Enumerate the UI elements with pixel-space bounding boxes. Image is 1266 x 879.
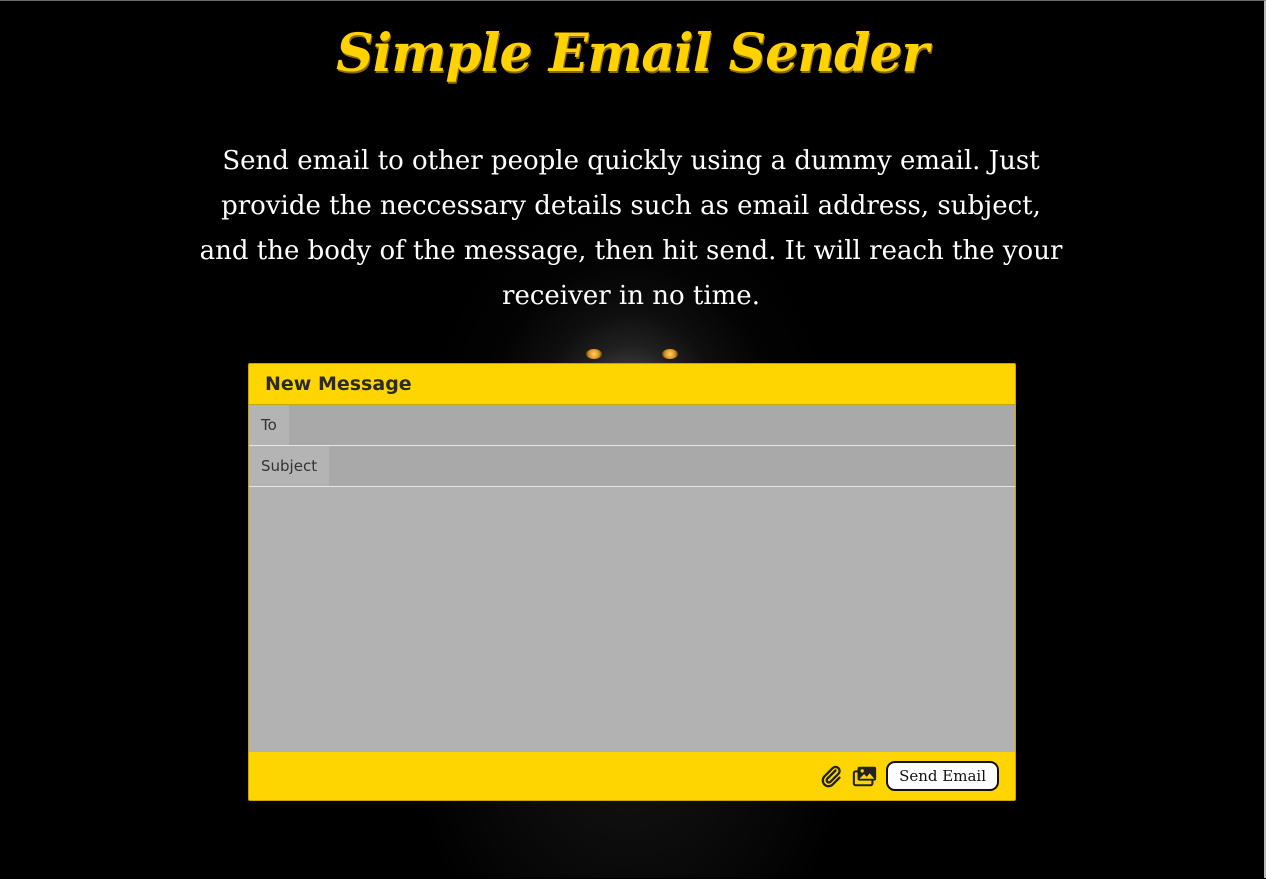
to-row: To	[249, 405, 1015, 446]
email-form: New Message To Subject Send Email	[248, 363, 1016, 801]
message-body-textarea[interactable]	[249, 487, 1015, 752]
subject-input[interactable]	[329, 446, 1015, 486]
page-title: Simple Email Sender	[336, 23, 929, 84]
page-frame: Simple Email Sender Send email to other …	[0, 0, 1266, 878]
form-header: New Message	[249, 364, 1015, 405]
images-icon[interactable]	[852, 763, 878, 789]
to-input[interactable]	[288, 405, 1015, 445]
lion-eye-right	[662, 349, 678, 359]
to-label: To	[249, 405, 289, 445]
intro-text: Send email to other people quickly using…	[199, 146, 1063, 311]
subject-label: Subject	[249, 446, 330, 486]
paperclip-icon[interactable]	[818, 763, 844, 789]
subject-row: Subject	[249, 446, 1015, 487]
lion-eye-left	[586, 349, 602, 359]
send-email-button[interactable]: Send Email	[886, 761, 999, 791]
form-footer: Send Email	[249, 752, 1015, 800]
form-heading: New Message	[265, 373, 412, 395]
